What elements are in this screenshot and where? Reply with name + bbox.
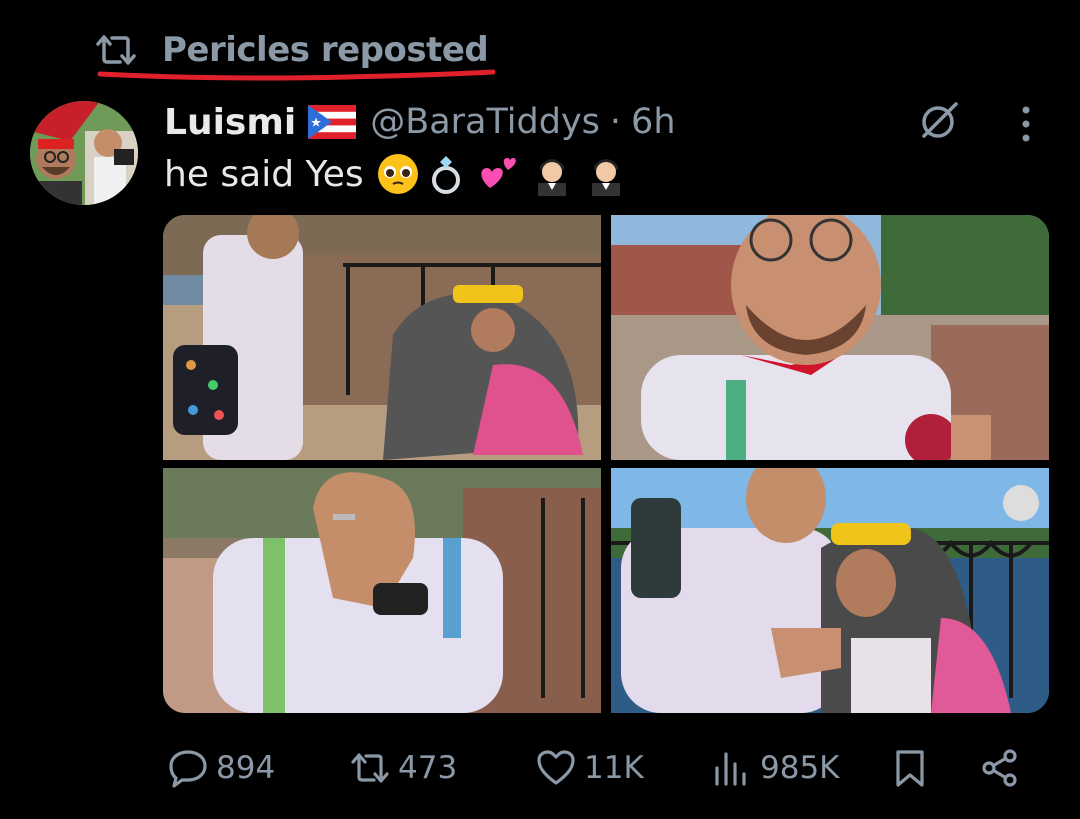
bookmark-button[interactable] bbox=[890, 744, 930, 792]
reply-icon bbox=[169, 750, 207, 788]
like-button[interactable]: 11K bbox=[536, 744, 644, 792]
photo-4[interactable] bbox=[611, 468, 1049, 713]
reply-count: 894 bbox=[216, 750, 276, 786]
red-underline-annotation bbox=[97, 69, 496, 81]
reply-button[interactable]: 894 bbox=[168, 744, 275, 792]
timestamp[interactable]: 6h bbox=[631, 102, 675, 142]
repost-icon bbox=[351, 753, 389, 783]
repost-banner[interactable]: Pericles reposted bbox=[96, 30, 489, 70]
photo-3[interactable] bbox=[163, 468, 601, 713]
photo-2[interactable] bbox=[611, 215, 1049, 460]
view-count: 985K bbox=[760, 750, 840, 786]
man-in-tuxedo-emoji bbox=[591, 159, 620, 196]
share-button[interactable] bbox=[980, 744, 1020, 792]
puerto-rico-flag-icon bbox=[308, 105, 357, 139]
heart-icon bbox=[537, 750, 575, 785]
action-bar: 894 473 11K 985K bbox=[168, 744, 1030, 792]
ring-emoji bbox=[431, 156, 460, 194]
tweet-header: Luismi @BaraTiddys · 6h bbox=[164, 98, 676, 146]
repost-text: Pericles reposted bbox=[162, 30, 489, 70]
media-grid bbox=[163, 215, 1049, 713]
repost-button[interactable]: 473 bbox=[350, 744, 457, 792]
handle[interactable]: @BaraTiddys bbox=[370, 102, 600, 142]
grok-icon[interactable] bbox=[918, 98, 962, 142]
views-button[interactable]: 985K bbox=[712, 744, 840, 792]
repost-count: 473 bbox=[398, 750, 458, 786]
man-in-tuxedo-emoji bbox=[537, 159, 566, 196]
more-options-icon[interactable] bbox=[1014, 104, 1038, 144]
analytics-icon bbox=[715, 752, 746, 786]
bookmark-icon bbox=[896, 750, 924, 787]
avatar[interactable] bbox=[30, 101, 138, 205]
repost-icon bbox=[96, 35, 136, 65]
tweet-text: he said Yes bbox=[164, 150, 628, 198]
tweet-body: he said Yes bbox=[164, 153, 364, 195]
photo-1[interactable] bbox=[163, 215, 601, 460]
two-hearts-emoji bbox=[481, 158, 516, 188]
separator-dot: · bbox=[609, 102, 622, 142]
share-icon bbox=[982, 749, 1017, 787]
display-name[interactable]: Luismi bbox=[164, 102, 296, 143]
pleading-face-emoji bbox=[377, 154, 418, 194]
like-count: 11K bbox=[584, 750, 644, 786]
